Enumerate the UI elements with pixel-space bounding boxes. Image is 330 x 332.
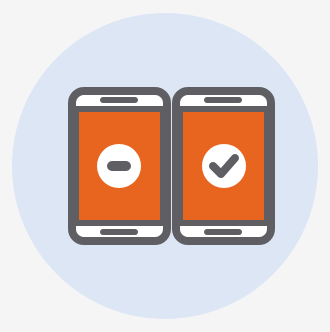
left-phone-home-bar [100,229,138,235]
minus-circle-icon [97,144,141,188]
right-phone [172,87,275,245]
check-circle-icon [202,144,246,188]
left-phone-speaker [100,97,138,103]
right-phone-speaker [204,97,242,103]
left-phone [68,87,171,245]
right-phone-home-bar [204,229,242,235]
phones-illustration [12,13,318,319]
illustration-canvas [0,0,330,332]
